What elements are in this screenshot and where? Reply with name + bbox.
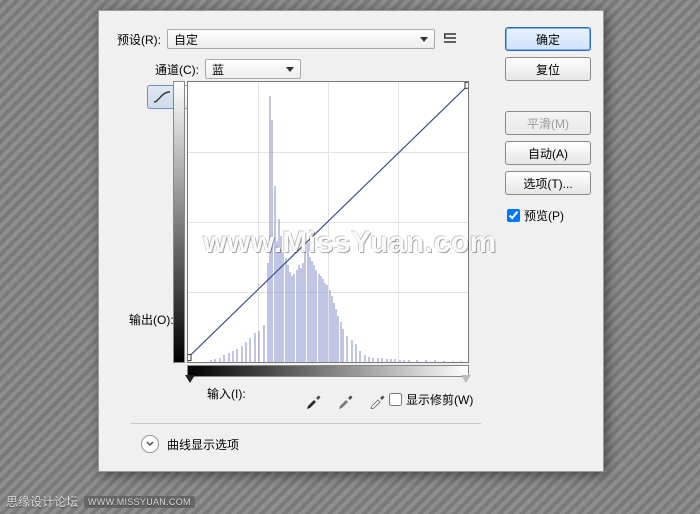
preset-combo[interactable]: 自定 bbox=[167, 29, 435, 49]
preset-menu-icon[interactable] bbox=[443, 32, 457, 46]
channel-row: 通道(C): 蓝 bbox=[155, 59, 301, 79]
eyedropper-group bbox=[303, 389, 389, 411]
channel-combo[interactable]: 蓝 bbox=[205, 59, 301, 79]
smooth-button: 平滑(M) bbox=[505, 111, 591, 135]
output-gradient bbox=[173, 81, 185, 363]
dialog-buttons: 确定 复位 平滑(M) 自动(A) 选项(T)... 预览(P) bbox=[505, 27, 591, 224]
channel-value: 蓝 bbox=[212, 61, 224, 78]
show-clipping-label: 显示修剪(W) bbox=[406, 391, 473, 408]
ok-button[interactable]: 确定 bbox=[505, 27, 591, 51]
chevron-down-icon bbox=[141, 435, 159, 453]
input-gradient bbox=[187, 365, 469, 377]
curve-graph[interactable] bbox=[187, 81, 469, 363]
output-label: 输出(O): bbox=[129, 311, 174, 328]
preview-check[interactable]: 预览(P) bbox=[507, 207, 591, 224]
gray-eyedropper-icon[interactable] bbox=[335, 389, 357, 411]
preset-label: 预设(R): bbox=[117, 31, 161, 48]
reset-button[interactable]: 复位 bbox=[505, 57, 591, 81]
white-point-slider[interactable] bbox=[461, 375, 471, 383]
input-label: 输入(I): bbox=[207, 385, 246, 402]
auto-button[interactable]: 自动(A) bbox=[505, 141, 591, 165]
show-clipping-checkbox[interactable] bbox=[389, 393, 402, 406]
preset-row: 预设(R): 自定 bbox=[117, 29, 457, 49]
preview-label: 预览(P) bbox=[524, 207, 564, 224]
display-options-label: 曲线显示选项 bbox=[167, 436, 239, 453]
black-eyedropper-icon[interactable] bbox=[303, 389, 325, 411]
black-point-slider[interactable] bbox=[185, 375, 195, 383]
page-footer: 思缘设计论坛 WWW.MISSYUAN.COM bbox=[6, 493, 195, 510]
footer-text: 思缘设计论坛 bbox=[6, 493, 78, 510]
display-options-expander[interactable]: 曲线显示选项 bbox=[141, 435, 239, 453]
separator bbox=[131, 423, 481, 424]
footer-url: WWW.MISSYUAN.COM bbox=[84, 496, 195, 508]
channel-label: 通道(C): bbox=[155, 61, 199, 78]
options-button[interactable]: 选项(T)... bbox=[505, 171, 591, 195]
preset-value: 自定 bbox=[174, 31, 198, 48]
white-eyedropper-icon[interactable] bbox=[367, 389, 389, 411]
histogram bbox=[188, 82, 468, 362]
show-clipping-check[interactable]: 显示修剪(W) bbox=[389, 391, 473, 408]
preview-checkbox[interactable] bbox=[507, 209, 520, 222]
curves-dialog: 预设(R): 自定 通道(C): 蓝 bbox=[98, 10, 604, 472]
